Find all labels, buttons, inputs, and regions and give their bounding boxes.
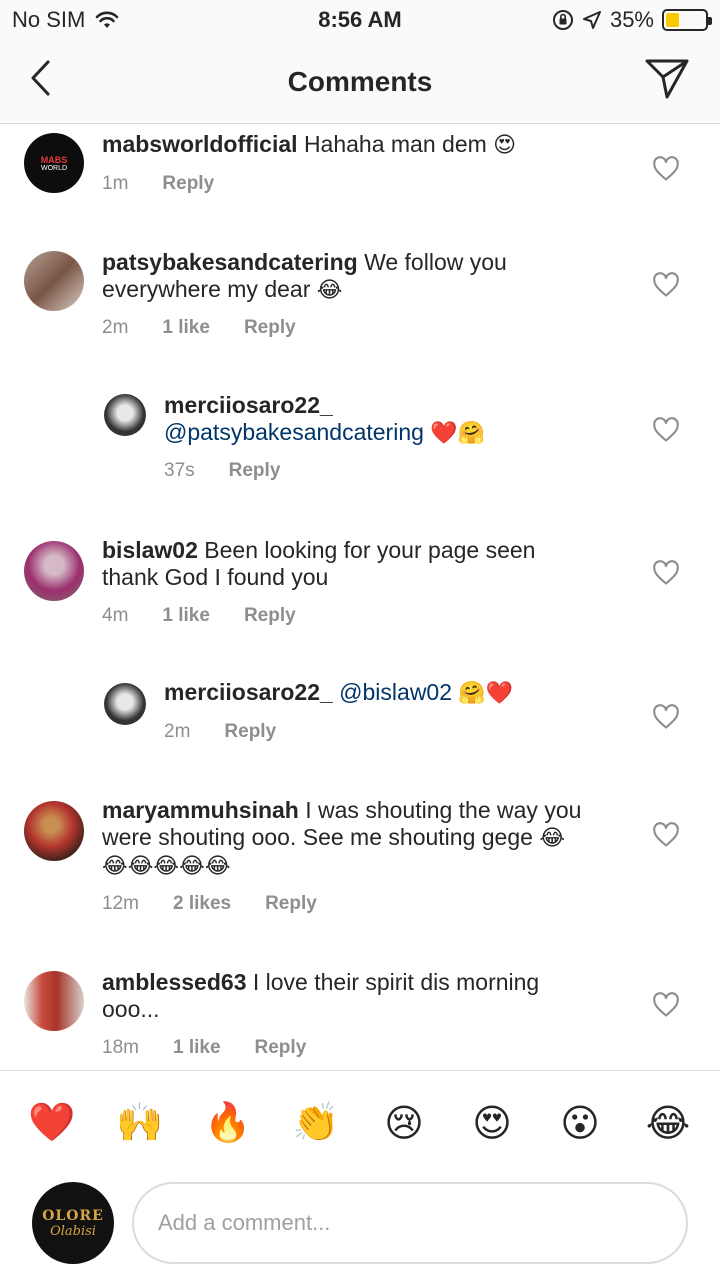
comment-meta: 18m 1 like Reply (102, 1037, 306, 1059)
avatar[interactable] (24, 801, 84, 861)
share-button[interactable] (644, 56, 690, 102)
comment-meta: 37s Reply (164, 460, 280, 482)
comment-item: MABS WORLD mabsworldofficial Hahaha man … (0, 125, 720, 235)
reaction-crying[interactable]: 😢 (376, 1095, 432, 1151)
comment-text: bislaw02 Been looking for your page seen… (102, 537, 582, 591)
likes-count[interactable]: 1 like (162, 317, 210, 339)
comment-meta: 2m 1 like Reply (102, 317, 296, 339)
comment-time: 12m (102, 893, 139, 914)
reply-item: merciiosaro22_ @bislaw02 🤗❤️ 2m Reply (0, 677, 720, 787)
comment-text: mabsworldofficial Hahaha man dem 😍 (102, 131, 622, 159)
reply-button[interactable]: Reply (229, 460, 281, 482)
page-title: Comments (287, 66, 433, 97)
comment-time: 1m (102, 173, 129, 194)
mention-link[interactable]: @bislaw02 (339, 679, 452, 705)
nav-header: Comments (0, 40, 720, 124)
comment-username[interactable]: patsybakesandcatering (102, 249, 358, 275)
comment-time: 4m (102, 605, 129, 626)
comment-username[interactable]: bislaw02 (102, 537, 198, 563)
reaction-fire[interactable]: 🔥 (200, 1095, 256, 1151)
paper-plane-icon (645, 59, 689, 99)
comment-username[interactable]: mabsworldofficial (102, 131, 298, 157)
heart-icon[interactable] (652, 703, 680, 731)
battery-icon (662, 9, 712, 31)
avatar[interactable] (104, 394, 146, 436)
comment-text: merciiosaro22_ @patsybakesandcatering ❤️… (164, 392, 604, 447)
comment-message: Hahaha man dem (303, 131, 487, 157)
comment-meta: 4m 1 like Reply (102, 605, 296, 627)
comment-emoji: 🤗❤️ (458, 681, 514, 706)
location-arrow-icon (582, 11, 601, 29)
heart-icon[interactable] (652, 416, 680, 444)
reaction-clap[interactable]: 👏 (288, 1095, 344, 1151)
current-user-avatar[interactable]: OLORE Olabisi (32, 1182, 114, 1264)
battery-level (666, 13, 680, 27)
heart-icon[interactable] (652, 991, 680, 1019)
battery-percent: 35% (609, 7, 654, 32)
comment-username[interactable]: maryammuhsinah (102, 797, 299, 823)
reply-button[interactable]: Reply (244, 605, 296, 627)
back-button[interactable] (22, 58, 58, 98)
likes-count[interactable]: 2 likes (173, 893, 231, 915)
comment-meta: 1m Reply (102, 173, 214, 195)
comment-username[interactable]: merciiosaro22_ (164, 392, 333, 418)
comment-time: 18m (102, 1037, 139, 1058)
orientation-lock-icon (552, 10, 573, 30)
avatar-logo-text: MABS (40, 154, 68, 165)
avatar-subtitle: Olabisi (50, 1223, 96, 1239)
comment-emoji: 😂 (316, 278, 343, 303)
comment-meta: 12m 2 likes Reply (102, 893, 317, 915)
reply-button[interactable]: Reply (224, 721, 276, 743)
heart-icon[interactable] (652, 155, 680, 183)
comment-composer: OLORE Olabisi (0, 1176, 720, 1280)
comment-time: 2m (164, 721, 191, 742)
comment-time: 2m (102, 317, 129, 338)
status-bar: No SIM 8:56 AM 35% (0, 0, 720, 40)
comments-list[interactable]: MABS WORLD mabsworldofficial Hahaha man … (0, 125, 720, 1070)
comment-text: amblessed63 I love their spirit dis morn… (102, 969, 582, 1023)
comment-item: maryammuhsinah I was shouting the way yo… (0, 795, 720, 955)
comment-emoji: 😍 (493, 133, 517, 158)
reply-button[interactable]: Reply (255, 1037, 307, 1059)
comment-username[interactable]: merciiosaro22_ (164, 679, 333, 705)
reaction-surprised[interactable]: 😮 (552, 1095, 608, 1151)
reply-button[interactable]: Reply (162, 173, 214, 195)
avatar[interactable] (24, 541, 84, 601)
comment-input[interactable] (132, 1182, 688, 1264)
reply-item: merciiosaro22_ @patsybakesandcatering ❤️… (0, 390, 720, 520)
comment-emoji: ❤️🤗 (430, 421, 486, 446)
likes-count[interactable]: 1 like (173, 1037, 221, 1059)
comment-time: 37s (164, 460, 195, 481)
comment-text: maryammuhsinah I was shouting the way yo… (102, 797, 612, 880)
avatar-logo-sub: WORLD (40, 164, 68, 172)
comment-meta: 2m Reply (164, 721, 276, 743)
heart-icon[interactable] (652, 821, 680, 849)
avatar[interactable] (24, 971, 84, 1031)
comment-item: bislaw02 Been looking for your page seen… (0, 535, 720, 675)
reply-button[interactable]: Reply (244, 317, 296, 339)
avatar[interactable] (104, 683, 146, 725)
heart-icon[interactable] (652, 271, 680, 299)
likes-count[interactable]: 1 like (162, 605, 210, 627)
reaction-raised-hands[interactable]: 🙌 (112, 1095, 168, 1151)
comment-text: patsybakesandcatering We follow you ever… (102, 249, 572, 304)
comment-emoji-line: 😂😂😂😂😂 (102, 854, 231, 879)
quick-reactions-bar: ❤️ 🙌 🔥 👏 😢 😍 😮 😂 (0, 1070, 720, 1174)
comment-item: patsybakesandcatering We follow you ever… (0, 245, 720, 385)
reaction-heart-eyes[interactable]: 😍 (464, 1095, 520, 1151)
heart-icon[interactable] (652, 559, 680, 587)
comment-username[interactable]: amblessed63 (102, 969, 246, 995)
avatar[interactable]: MABS WORLD (24, 133, 84, 193)
comment-item: amblessed63 I love their spirit dis morn… (0, 967, 720, 1070)
reaction-laughing[interactable]: 😂 (640, 1095, 696, 1151)
avatar[interactable] (24, 251, 84, 311)
reaction-heart[interactable]: ❤️ (24, 1095, 80, 1151)
reply-button[interactable]: Reply (265, 893, 317, 915)
chevron-left-icon (31, 60, 50, 96)
comment-text: merciiosaro22_ @bislaw02 🤗❤️ (164, 679, 604, 707)
avatar-title: OLORE (42, 1207, 104, 1224)
comment-emoji: 😂 (539, 826, 566, 851)
mention-link[interactable]: @patsybakesandcatering (164, 419, 424, 445)
